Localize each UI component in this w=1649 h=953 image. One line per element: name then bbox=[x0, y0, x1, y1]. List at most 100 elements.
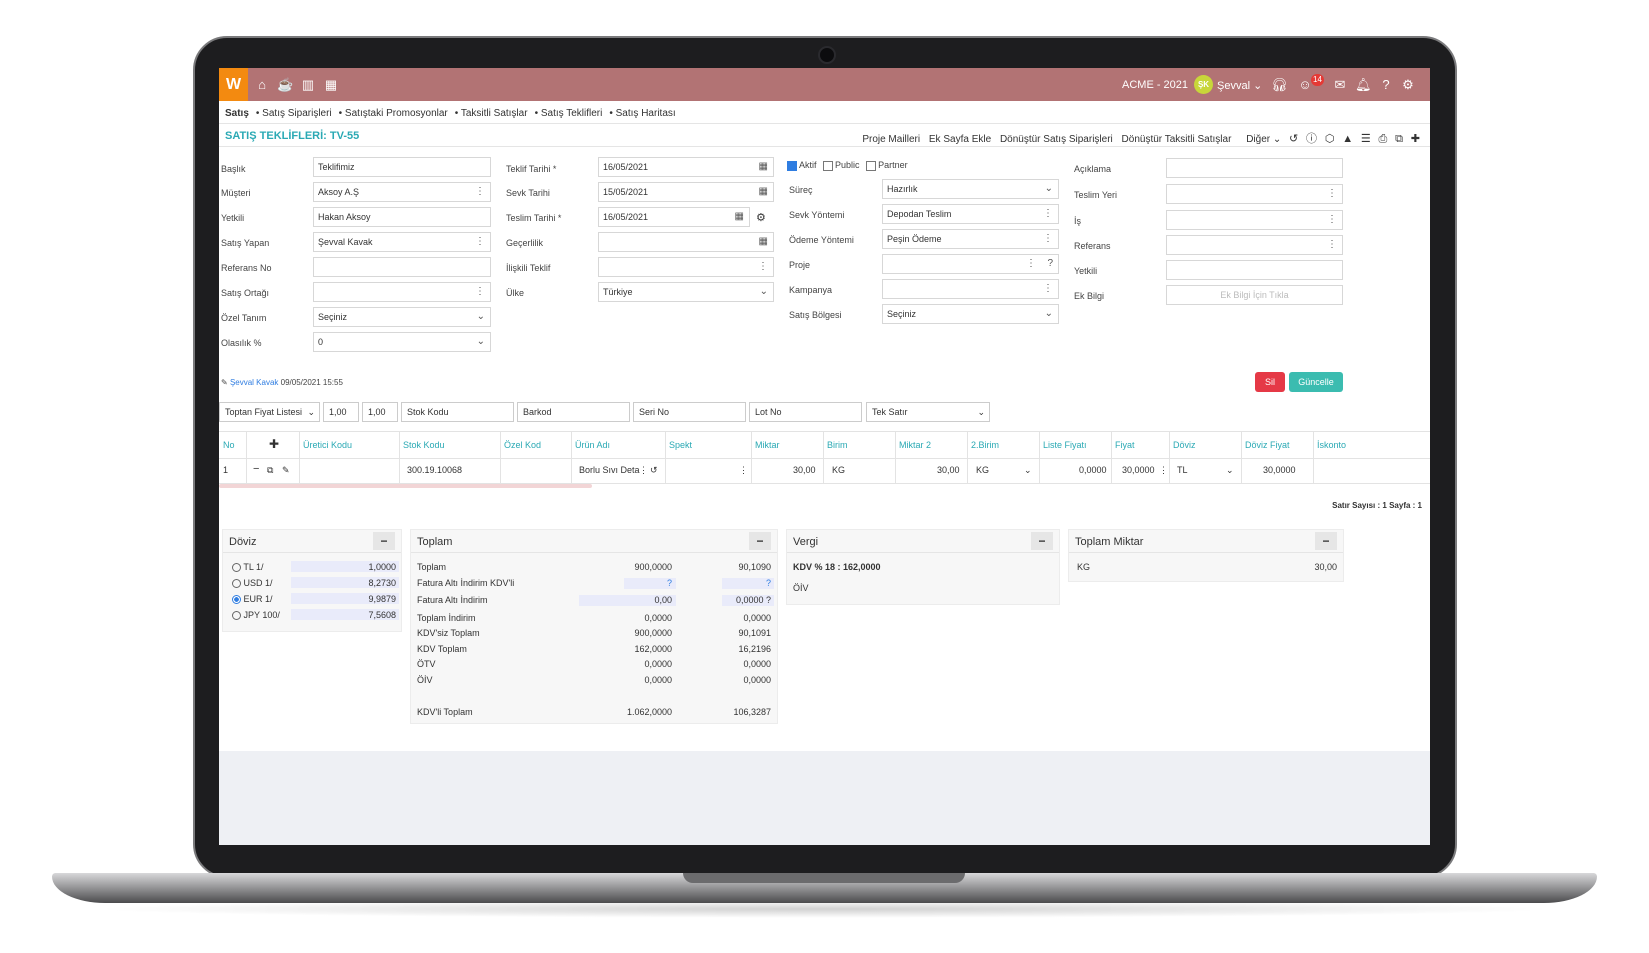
calendar-icon[interactable]: ▦ bbox=[323, 77, 339, 93]
serial-input[interactable]: Seri No bbox=[633, 402, 746, 422]
sevk-yontemi-input[interactable]: Depodan Teslim ⋮ bbox=[882, 204, 1059, 224]
radio-tl[interactable] bbox=[232, 563, 241, 573]
discount-input[interactable]: 0,00 bbox=[654, 595, 672, 605]
edit-icon[interactable]: ✎ bbox=[282, 465, 290, 476]
currency-value[interactable]: 8,2730 bbox=[368, 578, 396, 588]
convert-orders-link[interactable]: Dönüştür Satış Siparişleri bbox=[1000, 134, 1113, 145]
yetkili-2-input[interactable] bbox=[1166, 260, 1343, 280]
is-input[interactable]: ⋮ bbox=[1166, 210, 1343, 230]
iliskili-teklif-input[interactable]: ⋮ bbox=[598, 257, 774, 277]
currency-row-jpy[interactable]: JPY 100/ bbox=[232, 610, 280, 621]
delete-button[interactable]: Sil bbox=[1255, 372, 1285, 392]
copy-icon[interactable]: ⧉ bbox=[267, 465, 273, 476]
cell-urun-adi[interactable]: Borlu Sıvı Deta bbox=[579, 465, 640, 475]
chevron-down-icon[interactable]: ⌄ bbox=[1024, 465, 1032, 476]
bell-icon[interactable]: ▲ bbox=[1342, 133, 1353, 145]
ulke-select[interactable]: Türkiye ⌄ bbox=[598, 282, 774, 302]
convert-installment-link[interactable]: Dönüştür Taksitli Satışlar bbox=[1122, 134, 1232, 145]
more-icon[interactable]: ⋮ bbox=[475, 233, 485, 251]
price-list-select[interactable]: Toptan Fiyat Listesi ⌄ bbox=[219, 402, 320, 422]
currency-value[interactable]: 1,0000 bbox=[368, 562, 396, 572]
horizontal-scrollbar[interactable] bbox=[219, 484, 592, 488]
breadcrumb-item-harita[interactable]: • Satış Haritası bbox=[609, 108, 675, 119]
more-icon[interactable]: ⋮ bbox=[475, 183, 485, 201]
referans-no-input[interactable] bbox=[313, 257, 491, 277]
help-icon[interactable]: ? bbox=[1047, 255, 1053, 273]
radio-jpy[interactable] bbox=[232, 611, 241, 621]
proje-input[interactable]: ⋮? bbox=[882, 254, 1059, 274]
more-icon[interactable]: ⋮ bbox=[1043, 230, 1053, 248]
more-icon[interactable]: ⋮ bbox=[639, 465, 648, 476]
breadcrumb-item-promosyonlar[interactable]: • Satıştaki Promosyonlar bbox=[339, 108, 448, 119]
help-icon[interactable]: ? bbox=[1378, 77, 1394, 93]
col-spekt[interactable]: Spekt bbox=[669, 440, 692, 450]
more-icon[interactable]: ⋮ bbox=[1026, 255, 1036, 273]
remove-row-icon[interactable]: − bbox=[253, 463, 259, 475]
more-icon[interactable]: ⋮ bbox=[1327, 236, 1337, 254]
radio-usd[interactable] bbox=[232, 579, 241, 589]
help-icon[interactable]: ? bbox=[667, 578, 672, 588]
cell-birim[interactable]: KG bbox=[832, 465, 845, 475]
add-icon[interactable]: ✚ bbox=[1411, 133, 1420, 145]
col-iskonto[interactable]: İskonto bbox=[1317, 440, 1346, 450]
help-icon[interactable]: ? bbox=[766, 578, 771, 588]
refresh-icon[interactable]: ↺ bbox=[650, 465, 658, 476]
cell-fiyat[interactable]: 30,0000 bbox=[1122, 465, 1155, 475]
odeme-yontemi-input[interactable]: Peşin Ödeme ⋮ bbox=[882, 229, 1059, 249]
rate2-input[interactable]: 1,00 bbox=[362, 402, 398, 422]
coffee-icon[interactable]: ☕ bbox=[277, 77, 293, 93]
breadcrumb-item-taksitli[interactable]: • Taksitli Satışlar bbox=[455, 108, 528, 119]
bar-chart-icon[interactable]: ▥ bbox=[300, 77, 316, 93]
breadcrumb-item-satis[interactable]: Satış bbox=[225, 108, 249, 119]
aktif-checkbox[interactable]: Aktif bbox=[787, 160, 817, 171]
lot-input[interactable]: Lot No bbox=[749, 402, 862, 422]
calendar-icon[interactable]: ▦ bbox=[759, 233, 768, 251]
kampanya-input[interactable]: ⋮ bbox=[882, 279, 1059, 299]
cell-miktar2[interactable]: 30,00 bbox=[937, 465, 960, 475]
barcode-input[interactable]: Barkod bbox=[517, 402, 630, 422]
collapse-icon[interactable]: − bbox=[749, 532, 771, 550]
teklif-tarihi-input[interactable]: 16/05/2021 ▦ bbox=[598, 157, 774, 177]
cell-stok-kodu[interactable]: 300.19.10068 bbox=[407, 465, 462, 475]
currency-row-usd[interactable]: USD 1/ bbox=[232, 578, 273, 589]
partner-checkbox[interactable]: Partner bbox=[866, 160, 908, 171]
calendar-icon[interactable]: ▦ bbox=[759, 183, 768, 201]
more-icon[interactable]: ⋮ bbox=[1159, 465, 1168, 476]
col-stok-kodu[interactable]: Stok Kodu bbox=[403, 440, 445, 450]
currency-row-tl[interactable]: TL 1/ bbox=[232, 562, 264, 573]
cell-2birim[interactable]: KG bbox=[976, 465, 989, 475]
breadcrumb-item-teklifler[interactable]: • Satış Teklifleri bbox=[535, 108, 603, 119]
cell-doviz-fiyat[interactable]: 30,0000 bbox=[1263, 465, 1296, 475]
aciklama-textarea[interactable] bbox=[1166, 158, 1343, 178]
chevron-down-icon[interactable]: ⌄ bbox=[1226, 465, 1234, 476]
row-mode-select[interactable]: Tek Satır ⌄ bbox=[866, 402, 990, 422]
bell-icon[interactable]: 🔔︎ bbox=[1355, 77, 1372, 93]
stock-code-input[interactable]: Stok Kodu bbox=[401, 402, 514, 422]
musteri-input[interactable]: Aksoy A.Ş ⋮ bbox=[313, 182, 491, 202]
col-ozel-kod[interactable]: Özel Kod bbox=[504, 440, 541, 450]
more-icon[interactable]: ⋮ bbox=[475, 283, 485, 301]
surec-select[interactable]: Hazırlık ⌄ bbox=[882, 179, 1059, 199]
col-doviz-fiyat[interactable]: Döviz Fiyat bbox=[1245, 440, 1290, 450]
satis-ortagi-input[interactable]: ⋮ bbox=[313, 282, 491, 302]
cell-doviz[interactable]: TL bbox=[1177, 465, 1188, 475]
home-icon[interactable]: ⌂ bbox=[254, 77, 270, 93]
headset-icon[interactable]: 🎧︎ bbox=[1271, 77, 1288, 93]
settings-icon[interactable]: ⚙ bbox=[756, 211, 766, 224]
cell-miktar[interactable]: 30,00 bbox=[793, 465, 816, 475]
olasilik-select[interactable]: 0 ⌄ bbox=[313, 332, 491, 352]
currency-row-eur[interactable]: EUR 1/ bbox=[232, 594, 273, 605]
calendar-icon[interactable]: ▦ bbox=[759, 158, 768, 176]
sevk-tarihi-input[interactable]: 15/05/2021 ▦ bbox=[598, 182, 774, 202]
record-user-link[interactable]: Şevval Kavak bbox=[230, 378, 278, 387]
collapse-icon[interactable]: − bbox=[373, 532, 395, 550]
user-menu[interactable]: Şevval ⌄ bbox=[1217, 79, 1262, 92]
ek-bilgi-button[interactable]: Ek Bilgi İçin Tıkla bbox=[1166, 285, 1343, 305]
avatar[interactable]: ŞK bbox=[1194, 75, 1213, 94]
box-icon[interactable]: ⬡ bbox=[1325, 133, 1335, 145]
satis-bolgesi-select[interactable]: Seçiniz ⌄ bbox=[882, 304, 1059, 324]
yetkili-input[interactable]: Hakan Aksoy bbox=[313, 207, 491, 227]
more-icon[interactable]: ⋮ bbox=[1327, 211, 1337, 229]
currency-value[interactable]: 9,9879 bbox=[368, 594, 396, 604]
project-mails-link[interactable]: Proje Mailleri bbox=[862, 134, 920, 145]
